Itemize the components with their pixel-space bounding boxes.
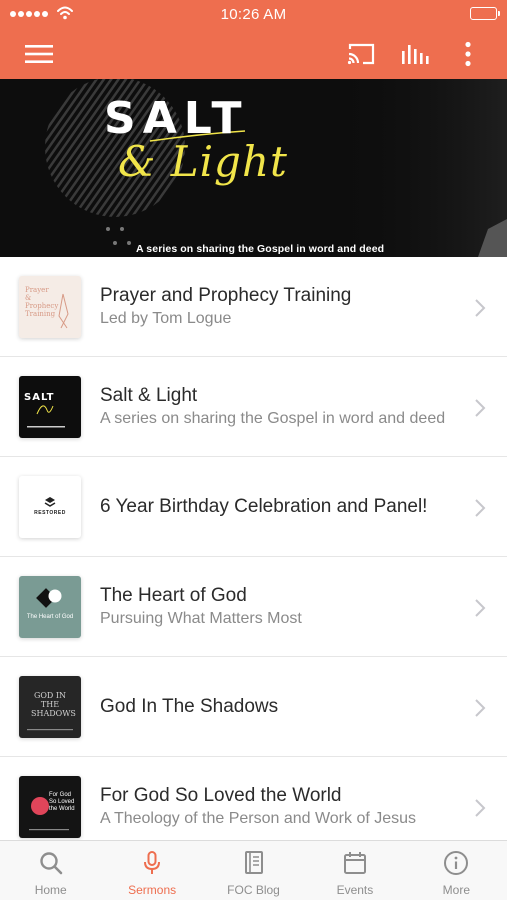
- series-thumbnail: RESTORED: [19, 476, 81, 538]
- cast-icon: [347, 43, 375, 65]
- status-time: 10:26 AM: [220, 6, 287, 23]
- tab-label: FOC Blog: [227, 883, 280, 897]
- chevron-right-icon: [475, 299, 486, 317]
- search-icon: [40, 852, 63, 875]
- calendar-icon: [343, 852, 366, 874]
- sermon-title: God In The Shadows: [100, 696, 279, 717]
- tab-more[interactable]: More: [406, 841, 507, 900]
- chevron-right-icon: [475, 599, 486, 617]
- tab-label: More: [442, 883, 470, 897]
- more-options-button[interactable]: [450, 36, 486, 72]
- chevron-right-icon: [475, 399, 486, 417]
- series-thumbnail: The Heart of God: [19, 576, 81, 638]
- tab-label: Events: [336, 883, 374, 897]
- sermon-row[interactable]: RESTORED 6 Year Birthday Celebration and…: [0, 457, 507, 557]
- chevron-right-icon: [475, 499, 486, 517]
- sermon-title: Salt & Light: [100, 385, 198, 406]
- featured-series-banner[interactable]: SALT & Light A series on sharing the Gos…: [0, 79, 507, 257]
- book-icon: [244, 851, 263, 874]
- sermon-title: 6 Year Birthday Celebration and Panel!: [100, 496, 428, 517]
- restored-logo: [44, 497, 56, 507]
- tab-sermons[interactable]: Sermons: [101, 841, 202, 900]
- sermon-subtitle: Led by Tom Logue: [100, 310, 232, 327]
- script-flourish-icon: [27, 405, 65, 428]
- banner-script-title: & Light: [118, 137, 288, 186]
- equalizer-icon: [402, 45, 429, 64]
- sermon-series-list: Prayer & Prophecy Training Prayer and Pr…: [0, 257, 507, 857]
- tab-home[interactable]: Home: [0, 841, 101, 900]
- info-icon: [444, 851, 469, 875]
- thumbnail-text: The Heart of God: [26, 614, 74, 620]
- thumbnail-text: For God So Loved the World: [49, 792, 75, 812]
- banner-subtitle: A series on sharing the Gospel in word a…: [136, 243, 385, 255]
- battery-icon: [470, 7, 500, 20]
- menu-button[interactable]: [21, 36, 57, 72]
- tab-foc-blog[interactable]: FOC Blog: [203, 841, 304, 900]
- cast-button[interactable]: [343, 36, 379, 72]
- series-thumbnail: Prayer & Prophecy Training: [19, 276, 81, 338]
- heart-shapes-icon: [36, 588, 62, 608]
- sermon-row[interactable]: GOD IN THE SHADOWS God In The Shadows: [0, 657, 507, 757]
- sermon-subtitle: Pursuing What Matters Most: [100, 610, 302, 627]
- chevron-right-icon: [475, 799, 486, 817]
- sermon-subtitle: A series on sharing the Gospel in word a…: [100, 410, 446, 427]
- vertical-ellipsis-icon: [465, 41, 471, 67]
- series-thumbnail: For God So Loved the World: [19, 776, 81, 838]
- microphone-icon: [144, 851, 161, 874]
- hamburger-icon: [25, 45, 53, 63]
- sermon-row[interactable]: Prayer & Prophecy Training Prayer and Pr…: [0, 257, 507, 357]
- status-bar: 10:26 AM: [0, 0, 507, 28]
- tab-bar: Home Sermons FOC Blog Events More: [0, 840, 507, 900]
- sermon-title: Prayer and Prophecy Training: [100, 285, 352, 306]
- tab-label: Sermons: [128, 883, 177, 897]
- praying-hands-icon: [58, 293, 69, 329]
- audio-button[interactable]: [397, 36, 433, 72]
- thumbnail-text: RESTORED: [34, 510, 66, 516]
- sermon-row[interactable]: SALT Salt & Light A series on sharing th…: [0, 357, 507, 457]
- series-thumbnail: GOD IN THE SHADOWS: [19, 676, 81, 738]
- tab-label: Home: [34, 883, 67, 897]
- tab-events[interactable]: Events: [304, 841, 405, 900]
- thumbnail-caption-line: [27, 729, 73, 731]
- sermon-title: The Heart of God: [100, 585, 247, 606]
- navigation-bar: [0, 28, 507, 79]
- chevron-right-icon: [475, 699, 486, 717]
- series-thumbnail: SALT: [19, 376, 81, 438]
- sermon-subtitle: A Theology of the Person and Work of Jes…: [100, 810, 417, 827]
- sermon-title: For God So Loved the World: [100, 785, 342, 806]
- sermon-row[interactable]: The Heart of God The Heart of God Pursui…: [0, 557, 507, 657]
